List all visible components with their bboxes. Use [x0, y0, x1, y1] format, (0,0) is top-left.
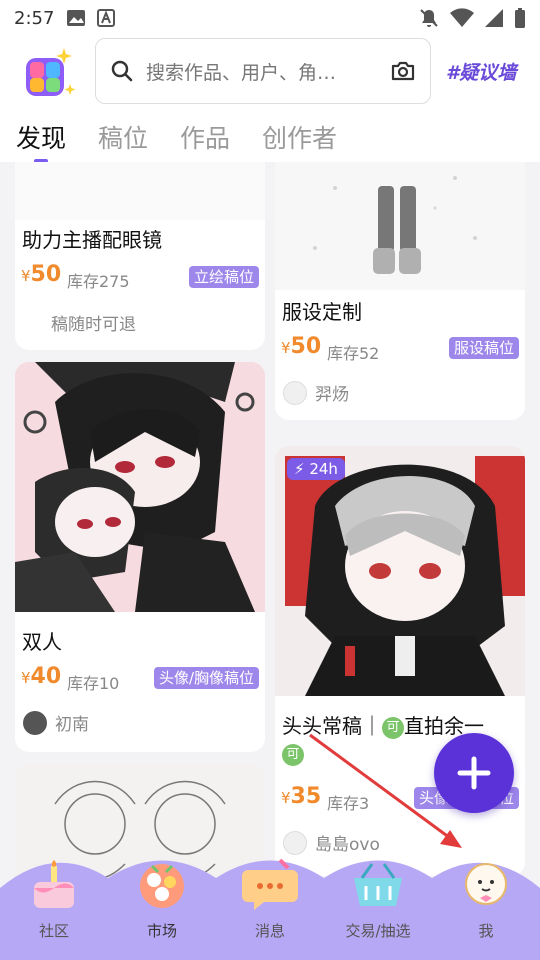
tab-creators[interactable]: 创作者 [262, 119, 337, 155]
nav-trade[interactable]: 交易/抽选 [324, 848, 432, 960]
boots-illustration [313, 176, 477, 274]
nav-market[interactable]: 市场 [108, 848, 216, 960]
bottom-nav: 社区 市场 消息 交易/抽选 我 [0, 848, 540, 960]
card-stock: 库存10 [67, 674, 120, 693]
feed: 助力主播配眼镜 ¥50 库存275 立绘稿位 稿随时可退 服设定制 ¥50 库存… [0, 162, 540, 960]
product-card[interactable]: 双人 ¥40 库存10 头像/胸像稿位 初南 [15, 362, 265, 752]
card-badge: 服设稿位 [448, 337, 519, 359]
card-title: 助力主播配眼镜 [22, 228, 162, 252]
nav-me[interactable]: 我 [432, 848, 540, 960]
chat-bubble-icon [242, 858, 298, 910]
product-card[interactable]: ⚡ 24h 头头常稿｜可直拍余一 可 ¥35 库存3 头像/胸像稿位 島島ovo [275, 446, 525, 876]
create-fab-button[interactable] [434, 733, 514, 813]
status-bar: 2:57 [0, 0, 540, 36]
shopping-basket-icon [354, 863, 402, 906]
product-card[interactable]: 服设定制 ¥50 库存52 服设稿位 羿炀 [275, 162, 525, 420]
card-image [15, 362, 265, 612]
card-price: ¥40 [21, 664, 62, 689]
tab-works[interactable]: 作品 [180, 119, 230, 155]
signal-icon [485, 9, 503, 27]
card-title-line2: 可 [282, 744, 304, 766]
card-price: ¥50 [281, 334, 322, 359]
camera-icon[interactable] [390, 59, 416, 83]
nav-messages[interactable]: 消息 [216, 848, 324, 960]
profile-character-icon [465, 863, 507, 905]
status-time: 2:57 [14, 7, 55, 29]
card-image: ⚡ 24h [275, 446, 525, 696]
card-stock: 库存3 [327, 794, 370, 813]
image-notification-icon [67, 10, 86, 26]
header: 搜索作品、用户、角… #疑议墙 [0, 36, 540, 112]
battery-icon [515, 8, 525, 28]
card-title: 服设定制 [282, 300, 362, 324]
author-name: 初南 [55, 715, 89, 735]
character-illustration [275, 446, 525, 696]
nav-label: 市场 [146, 922, 177, 940]
card-price: ¥50 [21, 262, 62, 287]
nav-label: 社区 [38, 922, 69, 940]
card-title: 双人 [22, 630, 62, 654]
wifi-icon [450, 8, 474, 27]
cake-icon [34, 860, 74, 908]
couple-illustration [15, 362, 265, 612]
product-card[interactable]: 助力主播配眼镜 ¥50 库存275 立绘稿位 稿随时可退 [15, 162, 265, 350]
search-icon [111, 60, 133, 82]
flash-badge: ⚡ 24h [287, 458, 345, 480]
card-stock: 库存275 [67, 272, 130, 291]
card-image [15, 162, 265, 220]
card-badge: 立绘稿位 [188, 266, 259, 288]
app-logo [26, 48, 76, 96]
card-image [275, 162, 525, 290]
nav-community[interactable]: 社区 [0, 848, 108, 960]
tab-discover[interactable]: 发现 [16, 119, 66, 163]
doubt-wall-button[interactable]: #疑议墙 [446, 58, 526, 86]
tab-slots[interactable]: 稿位 [98, 119, 148, 155]
card-note: 稿随时可退 [51, 315, 136, 335]
text-notification-icon [97, 9, 116, 27]
nav-label: 我 [478, 922, 494, 940]
card-title: 头头常稿｜可直拍余一 [282, 714, 484, 739]
search-placeholder[interactable]: 搜索作品、用户、角… [146, 58, 390, 85]
flower-bouquet-icon [140, 864, 184, 908]
search-bar[interactable]: 搜索作品、用户、角… [95, 38, 431, 104]
available-icon: 可 [382, 716, 404, 739]
card-price: ¥35 [281, 784, 322, 809]
card-author: 羿炀 [283, 380, 349, 405]
plus-icon [457, 756, 491, 790]
nav-label: 消息 [254, 922, 285, 940]
card-author: 初南 [23, 710, 89, 735]
mute-icon [420, 9, 438, 27]
author-avatar [23, 710, 47, 735]
top-tabs: 发现 稿位 作品 创作者 [0, 112, 540, 163]
author-avatar [283, 380, 307, 405]
card-badge: 头像/胸像稿位 [153, 667, 259, 689]
available-icon: 可 [282, 744, 304, 766]
card-stock: 库存52 [327, 344, 380, 363]
author-name: 羿炀 [315, 385, 349, 405]
nav-label: 交易/抽选 [345, 922, 411, 940]
